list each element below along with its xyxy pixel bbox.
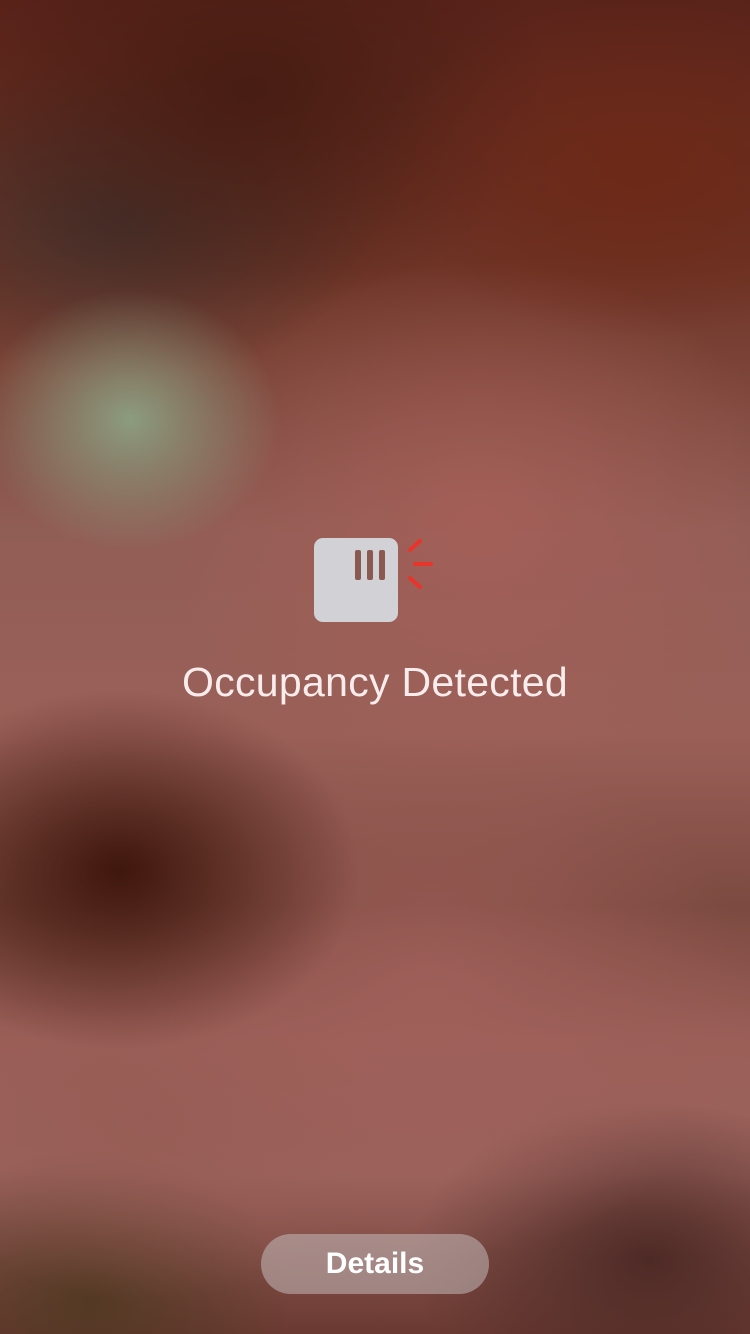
occupancy-sensor-icon <box>314 536 438 624</box>
alert-title: Occupancy Detected <box>182 659 568 705</box>
details-button[interactable]: Details <box>261 1234 489 1294</box>
occupancy-alert: Occupancy Detected <box>0 536 750 706</box>
